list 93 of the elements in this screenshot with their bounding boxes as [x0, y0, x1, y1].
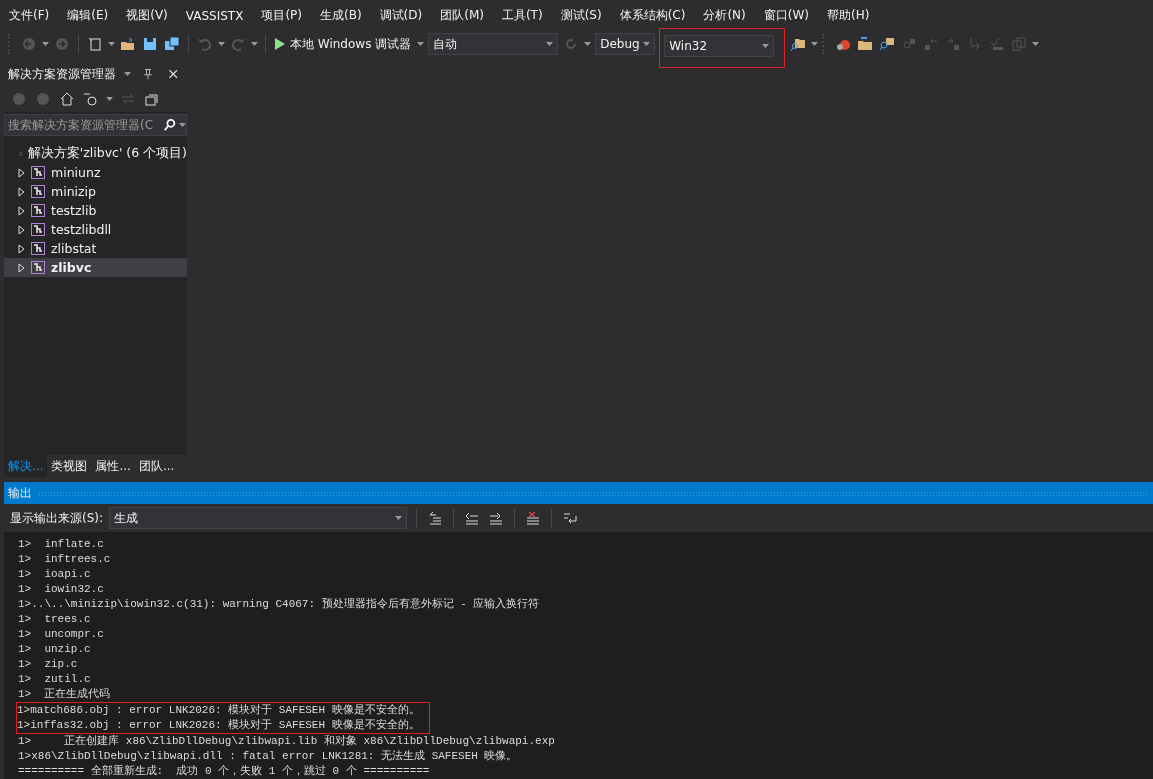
save-all-icon[interactable] — [163, 35, 181, 53]
caret-icon — [179, 123, 186, 127]
output-line: 1> ioapi.c — [18, 567, 92, 582]
menu-item[interactable]: 编辑(E) — [58, 7, 118, 24]
output-line: 1> 正在生成代码 — [18, 687, 112, 702]
tree-item-label: testzlib — [51, 203, 97, 218]
project-icon — [31, 242, 45, 255]
tree-item[interactable]: zlibvc — [4, 258, 187, 277]
expand-arrow-icon[interactable] — [18, 224, 25, 235]
menu-item[interactable]: 工具(T) — [492, 7, 552, 24]
output-line: 1> unzip.c — [18, 642, 92, 657]
tree-item[interactable]: 解决方案'zlibvc' (6 个项目) — [4, 144, 187, 163]
expand-arrow-icon[interactable] — [18, 262, 25, 273]
tree-item-label: zlibstat — [51, 241, 97, 256]
tree-item[interactable]: testzlibdll — [4, 220, 187, 239]
project-icon — [31, 204, 45, 217]
start-debugging-button[interactable]: 本地 Windows 调试器 — [273, 35, 414, 53]
output-source-dropdown[interactable]: 生成 — [109, 507, 408, 529]
panel-tab[interactable]: 类视图 — [47, 455, 92, 477]
output-line: 1> trees.c — [18, 612, 92, 627]
caret-icon — [106, 97, 113, 101]
caret-icon — [1032, 42, 1040, 46]
tree-item-label: minizip — [51, 184, 96, 199]
tree-item-label: 解决方案'zlibvc' (6 个项目) — [27, 145, 187, 162]
panel-tab[interactable]: 团队... — [134, 455, 179, 477]
caret-icon — [762, 44, 770, 48]
menu-item[interactable]: 调试(D) — [370, 7, 432, 24]
menu-item[interactable]: 文件(F) — [0, 7, 59, 24]
menu-item[interactable]: 团队(M) — [431, 7, 493, 24]
output-line: 1>x86\ZlibDllDebug\zlibwapi.dll : fatal error LNK1281: 无法生成 SAFESEH 映像。 — [18, 749, 519, 764]
project-icon — [31, 223, 45, 236]
output-line: 1> uncompr.c — [18, 627, 105, 642]
menu-item[interactable]: 项目(P) — [252, 7, 311, 24]
panel-tab[interactable]: 属性... — [91, 455, 135, 477]
folder-refresh-icon[interactable] — [856, 35, 875, 53]
output-line: 1>..\..\minizip\iowin32.c(31): warning C4067: 预处理器指令后有意外标记 - 应输入换行符 — [18, 597, 541, 612]
caret-icon — [42, 42, 49, 46]
output-line: ========== 全部重新生成: 成功 0 个，失败 1 个，跳过 0 个 ========== — [18, 764, 431, 779]
tree-item-label: zlibvc — [51, 260, 92, 275]
tree-item[interactable]: testzlib — [4, 201, 187, 220]
output-line: 1> zip.c — [18, 657, 79, 672]
tree-item-label: miniunz — [51, 165, 101, 180]
save-icon[interactable] — [141, 35, 159, 53]
output-line: 1>inffas32.obj : error LNK2026: 模块对于 SAFESEH 映像是不安全的。 — [17, 718, 421, 733]
panel-title: 解决方案资源管理器 — [8, 65, 116, 83]
caret-icon — [108, 42, 115, 46]
menu-item[interactable]: 测试(S) — [551, 7, 611, 24]
caret-icon — [546, 42, 554, 46]
tree-item[interactable]: miniunz — [4, 163, 187, 182]
configuration-dropdown[interactable]: Debug — [595, 33, 656, 55]
panel-tab[interactable]: 解决... — [4, 455, 48, 477]
caret-icon — [395, 516, 403, 520]
caret-icon — [811, 42, 819, 46]
caret-icon — [584, 42, 592, 46]
caret-icon — [251, 42, 258, 46]
home-icon[interactable] — [58, 90, 76, 108]
output-line: 1> 正在创建库 x86\ZlibDllDebug\zlibwapi.lib 和对象 x86\ZlibDllDebug\zlibwapi.exp — [18, 734, 556, 749]
source-label: 显示输出来源(S): — [10, 509, 104, 527]
tree-item[interactable]: minizip — [4, 182, 187, 201]
menu-item[interactable]: 生成(B) — [311, 7, 371, 24]
menu-item[interactable]: 帮助(H) — [817, 7, 879, 24]
output-line: 1> iowin32.c — [18, 582, 105, 597]
menu-item[interactable]: 分析(N) — [694, 7, 755, 24]
tree-item-label: testzlibdll — [51, 222, 112, 237]
expand-arrow-icon[interactable] — [18, 243, 25, 254]
platform-dropdown[interactable]: Win32 — [664, 35, 775, 57]
expand-arrow-icon[interactable] — [18, 186, 25, 197]
open-folder-icon[interactable] — [119, 35, 137, 53]
caret-icon — [218, 42, 225, 46]
project-icon — [31, 185, 45, 198]
expand-arrow-icon[interactable] — [18, 205, 25, 216]
caret-icon — [417, 42, 425, 46]
history-icon[interactable] — [82, 90, 100, 108]
play-icon — [275, 38, 285, 50]
panel-menu-icon — [124, 72, 131, 76]
mode-dropdown[interactable]: 自动 — [428, 33, 559, 55]
caret-icon — [643, 42, 651, 46]
output-line: 1> inftrees.c — [18, 552, 112, 567]
output-line: 1> zutil.c — [18, 672, 92, 687]
project-icon — [31, 166, 45, 179]
search-field[interactable]: 搜索解决方案资源管理器(C — [4, 114, 187, 136]
expand-arrow-icon[interactable] — [18, 167, 25, 178]
output-line: 1>match686.obj : error LNK2026: 模块对于 SAFESEH 映像是不安全的。 — [17, 703, 421, 718]
new-file-icon[interactable] — [86, 35, 104, 53]
output-title: 输出 — [8, 484, 32, 502]
menu-item[interactable]: 体系结构(C) — [610, 7, 695, 24]
menu-item[interactable]: 视图(V) — [117, 7, 177, 24]
menu-item[interactable]: VASSISTX — [176, 8, 253, 23]
project-icon — [31, 261, 45, 274]
menu-item[interactable]: 窗口(W) — [754, 7, 818, 24]
tree-item[interactable]: zlibstat — [4, 239, 187, 258]
find-symbol-icon[interactable] — [878, 35, 897, 53]
output-line: 1> inflate.c — [18, 537, 105, 552]
